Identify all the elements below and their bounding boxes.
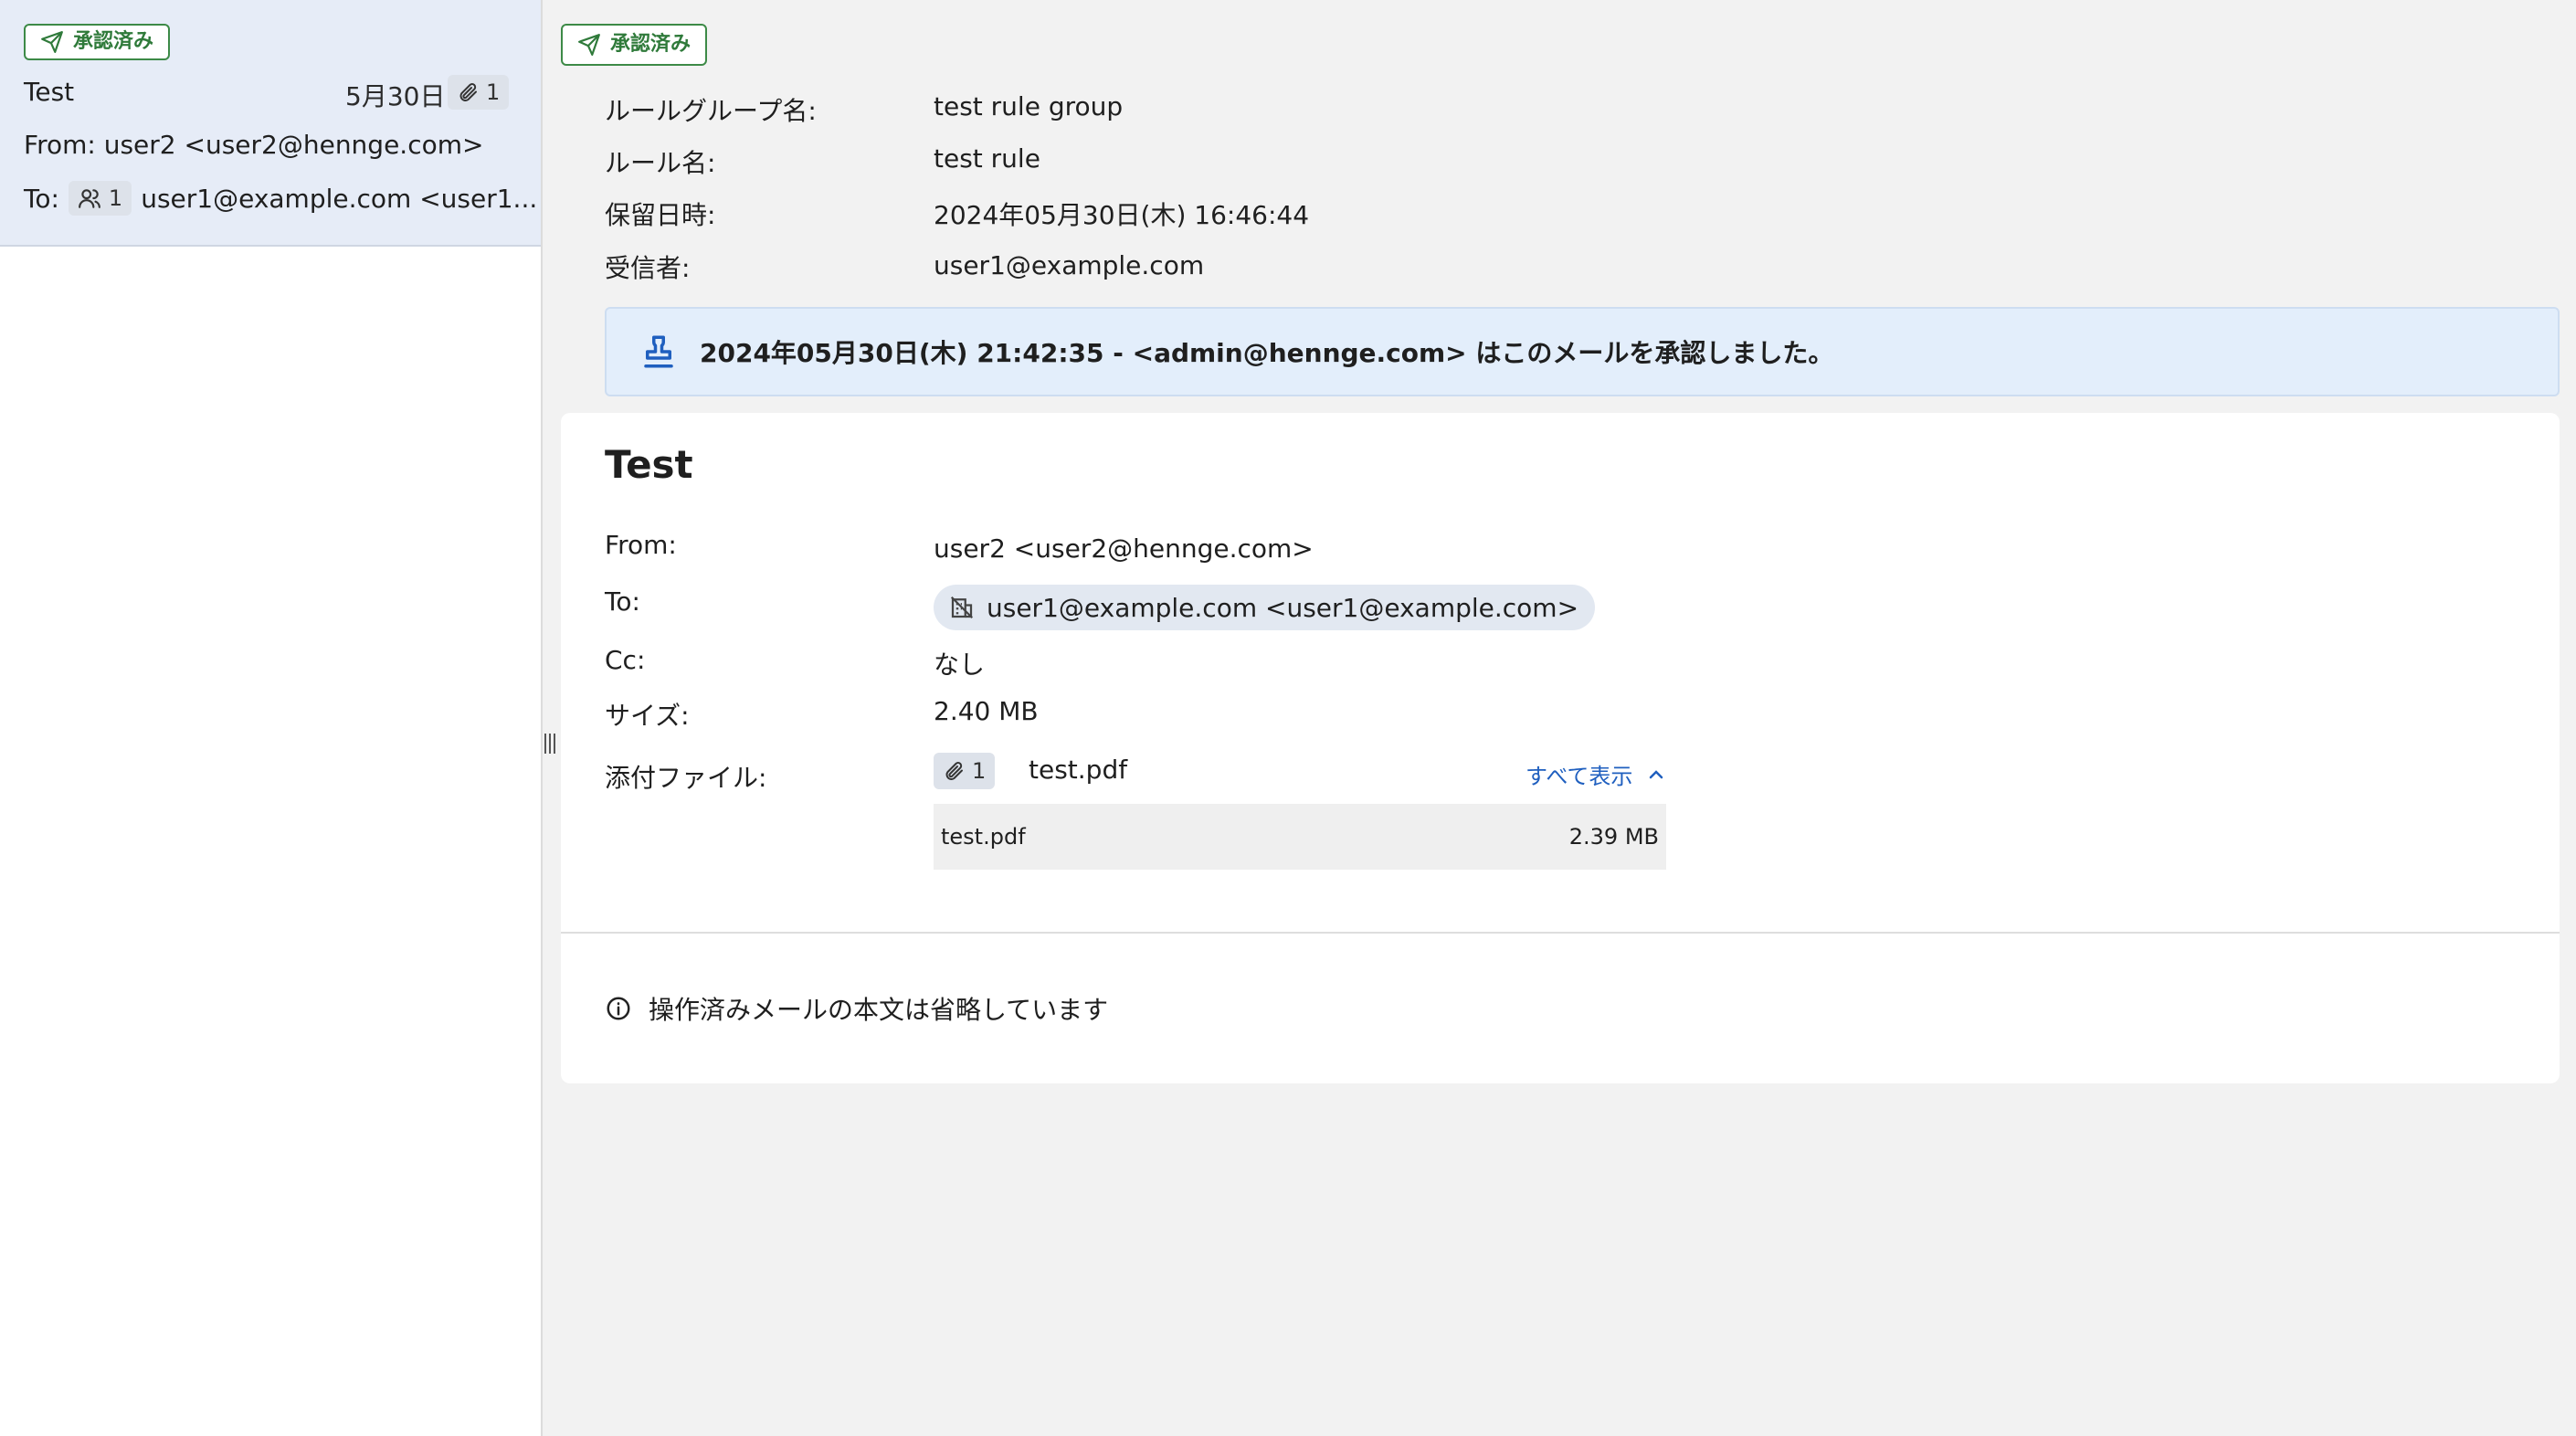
size-label: サイズ: — [605, 701, 690, 731]
send-icon — [41, 31, 63, 53]
from-value: user2 <user2@hennge.com> — [934, 533, 1314, 564]
hold-datetime-label: 保留日時: — [605, 200, 716, 230]
recipient-value: user1@example.com — [934, 250, 1205, 280]
building-off-icon — [950, 596, 974, 619]
info-icon — [607, 997, 630, 1020]
recipient-count-chip: 1 — [68, 181, 132, 216]
attachment-row[interactable]: test.pdf 2.39 MB — [934, 804, 1666, 870]
rule-group-value: test rule group — [934, 91, 1124, 121]
body-omitted-note: 操作済みメールの本文は省略しています — [605, 990, 1108, 1027]
body-omitted-text: 操作済みメールの本文は省略しています — [649, 995, 1109, 1025]
chevron-up-icon — [1650, 769, 1663, 778]
mail-to-row: To: 1 user1@example.com <user1... — [24, 181, 537, 216]
divider — [561, 932, 2560, 934]
attachments-label: 添付ファイル: — [605, 763, 767, 793]
size-value: 2.40 MB — [934, 696, 1039, 726]
rule-name-value: test rule — [934, 143, 1040, 174]
cc-value: なし — [934, 649, 986, 680]
approved-status-badge: 承認済み — [561, 24, 708, 66]
status-label: 承認済み — [73, 30, 154, 53]
mail-detail-pane: 承認済み ルールグループ名: test rule group ルール名: tes… — [544, 0, 2576, 1436]
to-label: To: — [605, 586, 640, 617]
attachment-file-name: test.pdf — [941, 824, 1026, 850]
mail-to-value: user1@example.com <user1... — [141, 183, 538, 214]
attachment-count: 1 — [972, 758, 987, 784]
attachment-file-size: 2.39 MB — [1568, 824, 1659, 850]
approval-message: 2024年05月30日(木) 21:42:35 - <admin@hennge.… — [700, 338, 1834, 368]
mail-list-pane: 承認済み Test 5月30日 1 From: user2 <user2@hen… — [0, 0, 543, 1436]
rule-name-label: ルール名: — [605, 148, 716, 178]
attachment-name: test.pdf — [1029, 755, 1128, 785]
mail-subject: Test — [24, 77, 75, 107]
to-label: To: — [24, 183, 59, 214]
show-all-toggle[interactable]: すべて表示 — [1526, 758, 1667, 790]
mail-from: From: user2 <user2@hennge.com> — [24, 130, 484, 160]
attachment-count: 1 — [486, 79, 501, 105]
attachment-count-chip: 1 — [934, 753, 996, 789]
hold-datetime-value: 2024年05月30日(木) 16:46:44 — [934, 200, 1310, 230]
mail-list-item[interactable]: 承認済み Test 5月30日 1 From: user2 <user2@hen… — [0, 0, 541, 247]
rule-group-label: ルールグループ名: — [605, 96, 817, 126]
paperclip-icon — [459, 83, 477, 101]
approved-status-badge: 承認済み — [24, 24, 171, 60]
mail-subject-title: Test — [605, 442, 693, 487]
mail-date: 5月30日 — [345, 81, 446, 111]
send-icon — [578, 34, 600, 56]
show-all-label: すべて表示 — [1526, 764, 1633, 789]
from-label: From: — [605, 530, 677, 560]
cc-label: Cc: — [605, 645, 646, 675]
recipient-count: 1 — [108, 185, 123, 211]
stamp-icon — [644, 335, 673, 368]
status-label: 承認済み — [610, 33, 692, 56]
recipient-label: 受信者: — [605, 253, 691, 283]
users-icon — [79, 189, 100, 208]
mail-review-app: 承認済み Test 5月30日 1 From: user2 <user2@hen… — [0, 0, 2576, 1436]
recipient-pill-text: user1@example.com <user1@example.com> — [987, 592, 1579, 623]
recipient-pill[interactable]: user1@example.com <user1@example.com> — [934, 585, 1596, 630]
approval-info-bar: 2024年05月30日(木) 21:42:35 - <admin@hennge.… — [605, 307, 2560, 396]
paperclip-icon — [945, 762, 963, 780]
attachment-count-chip: 1 — [448, 75, 510, 110]
mail-card: Test From: user2 <user2@hennge.com> To: … — [561, 413, 2560, 1083]
